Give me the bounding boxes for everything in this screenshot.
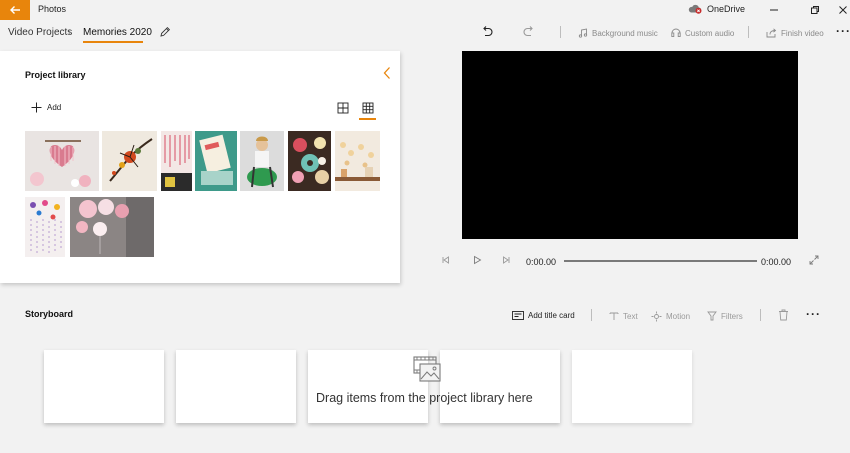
finish-video-button[interactable]: Finish video <box>766 28 824 38</box>
custom-audio-icon <box>671 28 681 37</box>
storyboard-slot[interactable] <box>572 350 692 423</box>
storyboard-slot[interactable] <box>440 350 560 423</box>
project-title-underline <box>83 41 143 43</box>
previous-frame-icon[interactable] <box>440 254 452 266</box>
storyboard-slot[interactable] <box>308 350 428 423</box>
collapse-chevron-icon[interactable] <box>382 66 392 80</box>
pencil-icon[interactable] <box>159 26 171 38</box>
thumbnail-pink-tassels[interactable] <box>161 131 192 191</box>
background-music-label: Background music <box>592 28 658 38</box>
add-title-card-label: Add title card <box>528 311 575 320</box>
minimize-button[interactable] <box>767 3 781 17</box>
text-button[interactable]: Text <box>609 311 638 321</box>
thumbnail-confetti-string-lights[interactable] <box>25 197 65 257</box>
text-label: Text <box>623 311 638 321</box>
fullscreen-expand-icon[interactable] <box>808 254 820 266</box>
storyboard-slot[interactable] <box>44 350 164 423</box>
storyboard-more-icon[interactable]: ··· <box>806 307 821 321</box>
onedrive-error-icon <box>688 4 702 14</box>
play-icon[interactable] <box>471 254 483 266</box>
media-drop-icon <box>413 356 441 382</box>
music-note-icon <box>578 28 588 38</box>
storyboard-slot[interactable] <box>176 350 296 423</box>
thumbnail-love-book-on-teal[interactable] <box>195 131 237 191</box>
next-frame-icon[interactable] <box>500 254 512 266</box>
back-button[interactable] <box>0 0 30 20</box>
motion-button[interactable]: Motion <box>651 311 690 322</box>
restore-icon <box>811 6 819 14</box>
title-card-icon <box>512 311 524 320</box>
current-time: 0:00.00 <box>526 257 557 267</box>
filters-label: Filters <box>721 311 743 321</box>
filters-icon <box>707 311 717 321</box>
export-icon <box>766 28 777 38</box>
thumbnail-fairy-lights-on-shelf[interactable] <box>335 131 380 191</box>
more-options-icon[interactable]: ··· <box>836 24 850 38</box>
playback-progress-track[interactable] <box>564 260 757 262</box>
close-button[interactable] <box>836 3 850 17</box>
add-label: Add <box>47 103 62 112</box>
breadcrumb-chevron-icon: › <box>68 27 72 38</box>
total-time: 0:00.00 <box>761 257 792 267</box>
motion-label: Motion <box>666 312 691 321</box>
arrow-left-icon <box>10 6 20 14</box>
video-preview <box>462 51 798 239</box>
storyboard-divider <box>591 309 592 321</box>
motion-icon <box>651 311 662 322</box>
project-library-panel: Project library Add <box>0 51 400 283</box>
undo-icon[interactable] <box>480 25 494 39</box>
project-title[interactable]: Memories 2020 <box>83 27 152 38</box>
storyboard-divider <box>760 309 761 321</box>
minimize-icon <box>770 9 778 11</box>
large-grid-view-icon[interactable] <box>362 102 374 114</box>
redo-icon[interactable] <box>522 25 536 39</box>
thumbnail-heart-wall-art[interactable] <box>25 131 99 191</box>
project-library-title: Project library <box>25 70 86 80</box>
storyboard-title: Storyboard <box>25 309 74 319</box>
trash-icon[interactable] <box>778 309 789 321</box>
finish-video-label: Finish video <box>781 28 824 38</box>
custom-audio-label: Custom audio <box>685 28 735 38</box>
close-icon <box>839 6 847 14</box>
custom-audio-button[interactable]: Custom audio <box>671 28 734 38</box>
onedrive-label: OneDrive <box>707 4 746 14</box>
small-grid-view-icon[interactable] <box>337 102 349 114</box>
app-title: Photos <box>38 4 67 14</box>
thumbnail-woman-in-green-chair[interactable] <box>240 131 284 191</box>
text-icon <box>609 312 619 320</box>
storyboard-drop-hint: Drag items from the project library here <box>316 391 533 405</box>
add-title-card-button[interactable]: Add title card <box>512 311 575 320</box>
background-music-button[interactable]: Background music <box>578 28 658 38</box>
thumbnail-pink-paper-lanterns[interactable] <box>70 197 154 257</box>
toolbar-divider <box>560 26 561 38</box>
add-media-button[interactable]: Add <box>31 102 61 113</box>
restore-button[interactable] <box>808 3 822 17</box>
filters-button[interactable]: Filters <box>707 311 743 321</box>
toolbar-divider <box>748 26 749 38</box>
breadcrumb-video-projects[interactable]: Video Projects <box>8 27 72 38</box>
view-mode-selected-indicator <box>359 118 376 120</box>
title-bar: Photos OneDrive <box>0 0 850 20</box>
onedrive-status[interactable]: OneDrive <box>688 4 745 14</box>
thumbnail-paint-splash-bird[interactable] <box>102 131 157 191</box>
plus-icon <box>31 102 42 113</box>
thumbnail-donuts-and-flowers[interactable] <box>288 131 331 191</box>
